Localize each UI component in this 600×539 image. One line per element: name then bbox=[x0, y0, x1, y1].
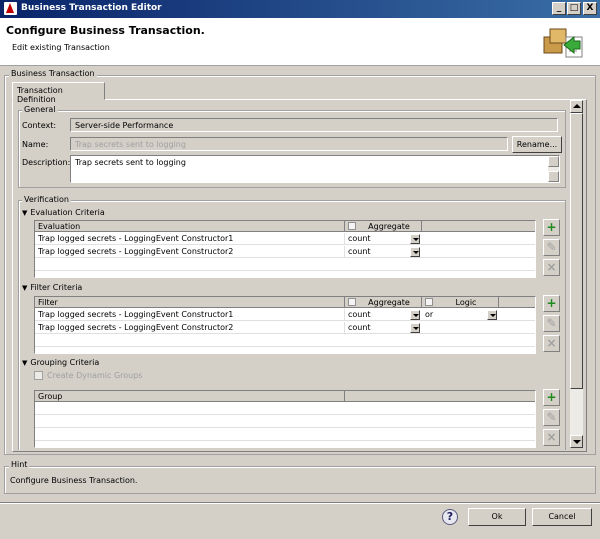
add-group-button[interactable]: + bbox=[543, 389, 560, 406]
description-scroll-up-button[interactable] bbox=[548, 156, 559, 167]
logic-column-header[interactable]: Logic bbox=[422, 297, 499, 308]
grouping-criteria-label: Grouping Criteria bbox=[30, 358, 100, 367]
filter-criteria-label: Filter Criteria bbox=[30, 283, 83, 292]
scroll-thumb[interactable] bbox=[570, 113, 583, 389]
column-header-icon bbox=[348, 222, 356, 230]
filter-table-header: Filter Aggregate Logic bbox=[35, 297, 535, 308]
panel-scrollbar[interactable] bbox=[570, 100, 583, 448]
chevron-down-icon[interactable] bbox=[410, 323, 420, 333]
help-icon[interactable]: ? bbox=[442, 509, 458, 525]
aggregate-select[interactable]: count bbox=[346, 323, 420, 333]
edit-group-button[interactable]: ✎ bbox=[543, 409, 560, 426]
evaluation-table-header: Evaluation Aggregate bbox=[35, 221, 535, 232]
description-text: Trap secrets sent to logging bbox=[75, 158, 186, 167]
grouping-table: Group bbox=[34, 390, 536, 448]
minimize-button[interactable]: _ bbox=[552, 2, 566, 15]
business-transaction-label: Business Transaction bbox=[9, 69, 97, 78]
remove-group-button[interactable]: × bbox=[543, 429, 560, 446]
context-label: Context: bbox=[22, 121, 57, 130]
dialog-header: Configure Business Transaction. Edit exi… bbox=[0, 18, 600, 66]
table-row[interactable]: Trap logged secrets - LoggingEvent Const… bbox=[35, 322, 535, 334]
window-titlebar: Business Transaction Editor _ □ X bbox=[0, 0, 600, 18]
chevron-down-icon[interactable] bbox=[410, 310, 420, 320]
table-row bbox=[35, 429, 535, 441]
expand-triangle-icon: ▼ bbox=[22, 209, 28, 217]
add-filter-button[interactable]: + bbox=[543, 295, 560, 312]
footer-separator bbox=[0, 502, 600, 504]
context-field: Server-side Performance bbox=[70, 118, 558, 132]
general-label: General bbox=[22, 105, 58, 114]
evaluation-name-cell: Trap logged secrets - LoggingEvent Const… bbox=[35, 233, 345, 245]
grouping-table-header: Group bbox=[35, 391, 535, 402]
expand-triangle-icon: ▼ bbox=[22, 284, 28, 292]
ok-button[interactable]: Ok bbox=[468, 508, 526, 526]
tab-transaction-definition[interactable]: Transaction Definition bbox=[12, 82, 105, 104]
aggregate-column-header[interactable]: Aggregate bbox=[345, 221, 422, 232]
aggregate-column-header[interactable]: Aggregate bbox=[345, 297, 422, 308]
column-header-icon bbox=[425, 298, 433, 306]
app-logo-icon bbox=[4, 2, 17, 15]
evaluation-table: Evaluation Aggregate Trap logged secrets… bbox=[34, 220, 536, 278]
edit-evaluation-button[interactable]: ✎ bbox=[543, 239, 560, 256]
table-row[interactable]: Trap logged secrets - LoggingEvent Const… bbox=[35, 246, 535, 258]
aggregate-select[interactable]: count bbox=[346, 247, 420, 257]
dialog-subtitle: Edit existing Transaction bbox=[12, 43, 110, 52]
column-header-icon bbox=[348, 298, 356, 306]
add-evaluation-button[interactable]: + bbox=[543, 219, 560, 236]
scroll-down-button[interactable] bbox=[570, 435, 583, 448]
table-row[interactable]: Trap logged secrets - LoggingEvent Const… bbox=[35, 233, 535, 245]
table-row bbox=[35, 335, 535, 347]
grouping-criteria-toggle[interactable]: ▼ Grouping Criteria bbox=[22, 358, 99, 367]
chevron-down-icon[interactable] bbox=[487, 310, 497, 320]
aggregate-select[interactable]: count bbox=[346, 234, 420, 244]
rename-button[interactable]: Rename... bbox=[512, 136, 562, 153]
remove-evaluation-button[interactable]: × bbox=[543, 259, 560, 276]
evaluation-criteria-toggle[interactable]: ▼ Evaluation Criteria bbox=[22, 208, 105, 217]
logic-select[interactable]: or bbox=[423, 310, 497, 320]
chevron-down-icon[interactable] bbox=[410, 247, 420, 257]
description-scroll-down-button[interactable] bbox=[548, 171, 559, 182]
description-scrollbar[interactable] bbox=[548, 156, 559, 182]
hint-label: Hint bbox=[9, 460, 30, 469]
description-label: Description: bbox=[22, 158, 71, 167]
scroll-up-button[interactable] bbox=[570, 100, 583, 113]
table-row[interactable]: Trap logged secrets - LoggingEvent Const… bbox=[35, 309, 535, 321]
evaluation-criteria-label: Evaluation Criteria bbox=[30, 208, 105, 217]
filter-column-header[interactable]: Filter bbox=[35, 297, 345, 308]
verification-label: Verification bbox=[22, 195, 71, 204]
aggregate-select[interactable]: count bbox=[346, 310, 420, 320]
name-field[interactable]: Trap secrets sent to logging bbox=[70, 137, 508, 151]
name-label: Name: bbox=[22, 140, 49, 149]
group-column-header[interactable]: Group bbox=[35, 391, 345, 402]
table-row bbox=[35, 403, 535, 415]
create-dynamic-groups-label: Create Dynamic Groups bbox=[47, 371, 143, 380]
remove-filter-button[interactable]: × bbox=[543, 335, 560, 352]
create-dynamic-groups-checkbox[interactable] bbox=[34, 371, 43, 380]
transaction-wizard-icon bbox=[543, 28, 583, 58]
dialog-title: Configure Business Transaction. bbox=[6, 24, 205, 37]
filter-table: Filter Aggregate Logic Trap logged secre… bbox=[34, 296, 536, 354]
table-row bbox=[35, 259, 535, 271]
cancel-button[interactable]: Cancel bbox=[532, 508, 592, 526]
hint-text: Configure Business Transaction. bbox=[10, 476, 138, 485]
filter-criteria-toggle[interactable]: ▼ Filter Criteria bbox=[22, 283, 82, 292]
filter-name-cell: Trap logged secrets - LoggingEvent Const… bbox=[35, 309, 345, 321]
window-title: Business Transaction Editor bbox=[21, 3, 162, 13]
chevron-down-icon[interactable] bbox=[410, 234, 420, 244]
evaluation-name-cell: Trap logged secrets - LoggingEvent Const… bbox=[35, 246, 345, 258]
description-field[interactable]: Trap secrets sent to logging bbox=[70, 155, 560, 183]
filter-name-cell: Trap logged secrets - LoggingEvent Const… bbox=[35, 322, 345, 334]
evaluation-column-header[interactable]: Evaluation bbox=[35, 221, 345, 232]
expand-triangle-icon: ▼ bbox=[22, 359, 28, 367]
table-row bbox=[35, 416, 535, 428]
close-button[interactable]: X bbox=[583, 2, 597, 15]
edit-filter-button[interactable]: ✎ bbox=[543, 315, 560, 332]
maximize-button[interactable]: □ bbox=[567, 2, 581, 15]
